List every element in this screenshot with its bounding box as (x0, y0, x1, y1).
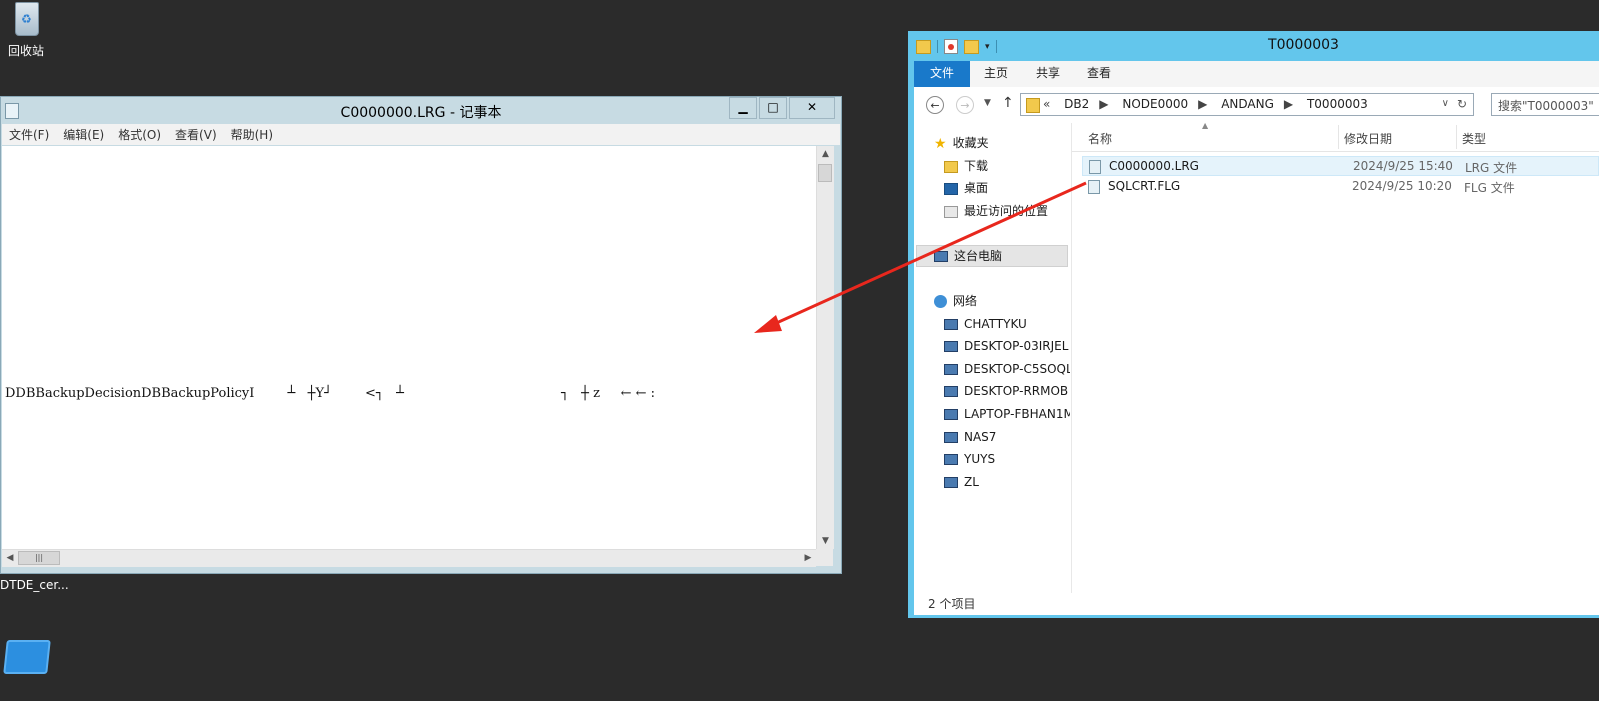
breadcrumb: « DB2 ▶ NODE0000 ▶ ANDANG ▶ T0000003 (1043, 97, 1368, 111)
computer-icon (944, 364, 958, 375)
menu-file[interactable]: 文件(F) (2, 126, 56, 143)
notepad-content-line: DDBBackupDecisionDBBackupPolicyI ┴ ┼Y┘ <… (5, 386, 656, 401)
nav-recent[interactable]: 最近访问的位置 (944, 201, 1048, 221)
breadcrumb-db2[interactable]: DB2 (1064, 97, 1089, 111)
file-icon (1088, 180, 1100, 194)
ribbon-tabs: 文件 主页 共享 查看 (914, 61, 1599, 87)
address-dropdown-icon[interactable]: ∨ (1442, 98, 1449, 109)
resource-monitor-icon[interactable] (3, 640, 51, 676)
desktop-icon (944, 182, 958, 195)
menu-edit[interactable]: 编辑(E) (56, 126, 111, 143)
vertical-scrollbar[interactable]: ▲ ▼ (816, 146, 834, 549)
nav-computer-item[interactable]: DESKTOP-RRMOB (944, 381, 1068, 401)
column-type[interactable]: 类型 (1462, 130, 1486, 147)
file-row[interactable]: SQLCRT.FLG 2024/9/25 10:20 FLG 文件 (1082, 177, 1599, 197)
star-icon: ★ (934, 135, 947, 152)
nav-computer-item[interactable]: DESKTOP-03IRJEL (944, 336, 1068, 356)
computer-icon (944, 341, 958, 352)
column-date[interactable]: 修改日期 (1344, 130, 1392, 147)
nav-computer-item[interactable]: LAPTOP-FBHAN1M (944, 404, 1070, 424)
nav-network[interactable]: 网络 (934, 291, 977, 311)
desktop-file-dtde[interactable]: DTDE_cer... (0, 578, 70, 592)
scroll-left-icon[interactable]: ◀ (2, 550, 18, 567)
file-icon (1089, 160, 1101, 174)
explorer-title: T0000003 (1268, 37, 1339, 53)
breadcrumb-t0000003[interactable]: T0000003 (1307, 97, 1368, 111)
horizontal-scrollbar[interactable]: ◀ ||| ▶ (2, 549, 816, 567)
address-bar[interactable]: « DB2 ▶ NODE0000 ▶ ANDANG ▶ T0000003 ∨ ↻ (1020, 93, 1474, 116)
nav-computer-item[interactable]: CHATTYKU (944, 314, 1027, 334)
refresh-icon[interactable]: ↻ (1457, 97, 1467, 111)
back-icon[interactable]: ← (926, 96, 944, 114)
file-row[interactable]: C0000000.LRG 2024/9/25 15:40 LRG 文件 (1082, 156, 1599, 176)
column-headers: 名称 ▲ 修改日期 类型 (1072, 121, 1599, 152)
computer-icon (944, 319, 958, 330)
computer-icon (944, 454, 958, 465)
address-row: ← → ▼ ↑ « DB2 ▶ NODE0000 ▶ ANDANG ▶ T000000… (914, 87, 1599, 123)
notepad-title: C0000000.LRG - 记事本 (340, 105, 502, 121)
forward-icon[interactable]: → (956, 96, 974, 114)
menu-format[interactable]: 格式(O) (111, 126, 168, 143)
file-list: 名称 ▲ 修改日期 类型 C0000000.LRG 2024/9/25 15:4… (1071, 121, 1599, 593)
notepad-menubar: 文件(F) 编辑(E) 格式(O) 查看(V) 帮助(H) (2, 124, 840, 145)
recycle-bin-label: 回收站 (7, 44, 44, 58)
search-input[interactable]: 搜索"T0000003" (1491, 93, 1599, 116)
status-bar: 2 个项目 (914, 593, 1599, 615)
scroll-down-icon[interactable]: ▼ (817, 533, 834, 549)
tab-view[interactable]: 查看 (1087, 61, 1111, 87)
minimize-button[interactable]: ▁ (729, 97, 757, 119)
computer-icon (944, 477, 958, 488)
horizontal-scroll-thumb[interactable]: ||| (18, 551, 60, 565)
nav-computer-item[interactable]: ZL (944, 472, 979, 492)
recent-locations-icon[interactable]: ▼ (984, 98, 991, 108)
menu-view[interactable]: 查看(V) (168, 126, 224, 143)
computer-icon (944, 409, 958, 420)
nav-downloads[interactable]: 下载 (944, 156, 988, 176)
nav-computer-item[interactable]: DESKTOP-C5SOQL (944, 359, 1070, 379)
nav-computer-item[interactable]: YUYS (944, 449, 995, 469)
up-icon[interactable]: ↑ (1002, 95, 1014, 111)
computer-icon (934, 251, 948, 262)
tab-home[interactable]: 主页 (984, 61, 1008, 87)
computer-icon (944, 386, 958, 397)
nav-favorites[interactable]: ★ 收藏夹 (934, 133, 989, 153)
network-icon (934, 295, 947, 308)
explorer-body: ★ 收藏夹 下载 桌面 最近访问的位置 这台电脑 网络 CHATTYKU DESK… (914, 121, 1599, 593)
close-button[interactable]: ✕ (789, 97, 835, 119)
tab-share[interactable]: 共享 (1036, 61, 1060, 87)
notepad-titlebar[interactable]: C0000000.LRG - 记事本 ▁ □ ✕ (1, 97, 841, 123)
scroll-right-icon[interactable]: ▶ (800, 550, 816, 567)
nav-computer-item[interactable]: NAS7 (944, 427, 996, 447)
recycle-bin[interactable]: ♻ 回收站 (4, 0, 48, 59)
computer-icon (944, 432, 958, 443)
downloads-folder-icon (944, 160, 958, 173)
explorer-titlebar[interactable]: ▾ T0000003 (908, 31, 1599, 61)
scroll-corner (816, 549, 833, 566)
explorer-window: ▾ T0000003 文件 主页 共享 查看 ← → ▼ ↑ « DB2 ▶ NO… (908, 31, 1599, 618)
nav-desktop[interactable]: 桌面 (944, 178, 988, 198)
menu-help[interactable]: 帮助(H) (224, 126, 280, 143)
recycle-bin-icon: ♻ (12, 0, 40, 36)
notepad-text-area[interactable]: DDBBackupDecisionDBBackupPolicyI ┴ ┼Y┘ <… (2, 146, 816, 549)
scroll-up-icon[interactable]: ▲ (817, 146, 834, 162)
tab-file[interactable]: 文件 (914, 61, 970, 87)
maximize-button[interactable]: □ (759, 97, 787, 119)
breadcrumb-node0000[interactable]: NODE0000 (1122, 97, 1188, 111)
sort-ascending-icon: ▲ (1202, 121, 1209, 130)
vertical-scroll-thumb[interactable] (818, 164, 832, 182)
notepad-window: C0000000.LRG - 记事本 ▁ □ ✕ 文件(F) 编辑(E) 格式(… (0, 96, 842, 574)
nav-this-pc[interactable]: 这台电脑 (934, 246, 1002, 266)
navigation-pane: ★ 收藏夹 下载 桌面 最近访问的位置 这台电脑 网络 CHATTYKU DESK… (914, 123, 1070, 593)
column-name[interactable]: 名称 (1088, 130, 1112, 147)
recent-places-icon (944, 205, 958, 218)
folder-icon (1026, 98, 1040, 113)
breadcrumb-andang[interactable]: ANDANG (1221, 97, 1274, 111)
